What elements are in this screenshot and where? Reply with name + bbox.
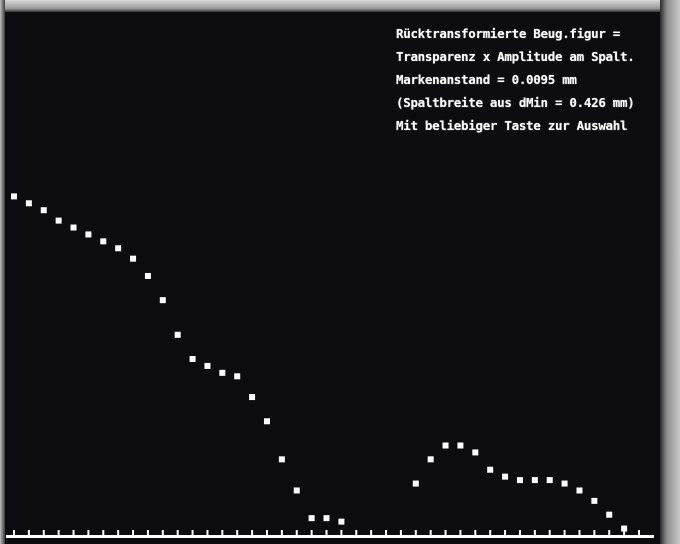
data-point [55, 217, 62, 224]
x-axis-tick [474, 530, 477, 538]
x-axis-tick [295, 530, 298, 538]
data-point [308, 515, 315, 522]
x-axis-tick [429, 530, 432, 538]
x-axis-tick [236, 530, 239, 538]
x-axis-tick [102, 530, 105, 538]
data-point [338, 518, 345, 525]
data-point [249, 394, 256, 401]
x-axis-tick [13, 530, 15, 538]
info-line-slit-width: (Spaltbreite aus dMin = 0.426 mm) [396, 95, 635, 110]
x-axis-tick [340, 530, 343, 538]
x-axis-tick [518, 530, 521, 538]
x-axis-tick [355, 530, 358, 538]
data-point [531, 477, 538, 484]
x-axis-tick [42, 530, 45, 538]
data-point [219, 369, 226, 376]
x-axis-tick [117, 530, 120, 538]
data-point [621, 525, 628, 532]
data-point [323, 515, 330, 522]
data-point [70, 224, 77, 231]
data-point [591, 497, 598, 504]
data-point [516, 477, 523, 484]
info-line-title: Rücktransformierte Beug.figur = [396, 26, 620, 41]
data-point [412, 480, 419, 487]
x-axis-tick [251, 530, 254, 538]
info-line-mark-spacing: Markenanstand = 0.0095 mm [396, 72, 577, 87]
data-point [130, 255, 137, 262]
x-axis-tick [548, 530, 551, 538]
x-axis-tick [310, 530, 313, 538]
data-point [11, 193, 17, 200]
data-point [561, 480, 568, 487]
x-axis-tick [370, 530, 373, 538]
data-point [278, 456, 285, 463]
data-point [293, 487, 300, 494]
x-axis-tick [399, 530, 402, 538]
x-axis-tick [221, 530, 224, 538]
data-point [174, 331, 181, 338]
x-axis-tick [191, 530, 194, 538]
data-point [144, 272, 151, 279]
x-axis-tick [280, 530, 283, 538]
data-point [457, 442, 464, 449]
data-point [40, 207, 47, 214]
x-axis-tick [265, 530, 268, 538]
x-axis-tick [578, 530, 581, 538]
info-panel: Rücktransformierte Beug.figur = Transpar… [396, 22, 676, 137]
data-point [606, 511, 613, 518]
data-point [546, 477, 553, 484]
data-point [189, 356, 196, 362]
data-point [576, 487, 583, 494]
x-axis-tick [161, 530, 164, 538]
x-axis-tick [325, 530, 328, 538]
data-point [442, 442, 449, 449]
data-point [427, 456, 434, 463]
x-axis-tick [72, 530, 75, 538]
x-axis-tick [563, 530, 566, 538]
data-point [25, 200, 32, 207]
x-axis-tick [385, 530, 388, 538]
data-point [159, 297, 166, 304]
data-point [472, 449, 479, 456]
x-axis-tick [459, 530, 462, 538]
info-line-key-prompt: Mit beliebiger Taste zur Auswahl [396, 118, 628, 133]
x-axis-tick [176, 530, 179, 538]
x-axis-tick [206, 530, 209, 538]
x-axis-tick [593, 530, 596, 538]
x-axis-tick [489, 530, 492, 538]
x-axis-tick [57, 530, 60, 538]
x-axis-tick [87, 530, 90, 538]
data-point [85, 231, 92, 238]
x-axis-tick [608, 530, 611, 538]
x-axis-tick [533, 530, 536, 538]
x-axis-tick [444, 530, 447, 538]
data-point [234, 373, 241, 380]
data-point [263, 418, 270, 425]
x-axis-tick [146, 530, 149, 538]
data-markers [11, 193, 628, 532]
crt-monitor: Rücktransformierte Beug.figur = Transpar… [0, 0, 680, 544]
x-axis-tick [414, 530, 417, 538]
x-axis [6, 530, 654, 538]
data-point [100, 238, 107, 245]
data-point [502, 473, 509, 480]
info-line-formula: Transparenz x Amplitude am Spalt. [396, 49, 635, 64]
data-point [115, 245, 122, 252]
x-axis-tick [132, 530, 135, 538]
data-point [487, 466, 494, 473]
x-axis-tick [504, 530, 507, 538]
x-axis-tick [27, 530, 30, 538]
x-axis-tick [638, 530, 640, 538]
data-point [204, 362, 211, 369]
